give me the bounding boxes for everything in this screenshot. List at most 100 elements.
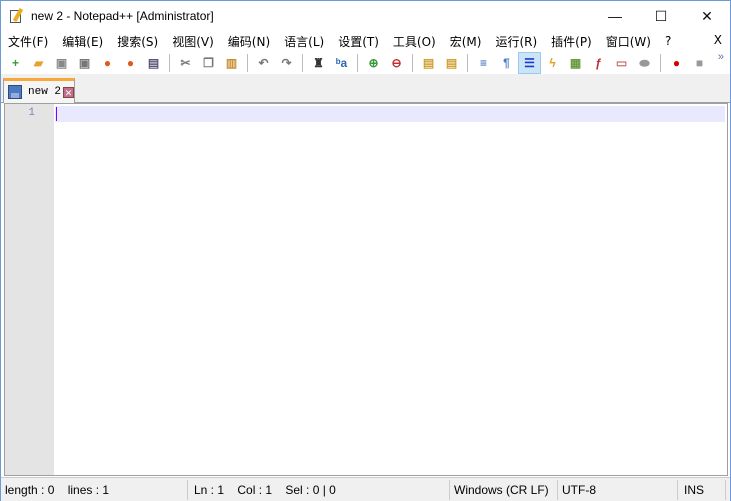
zoom-out-button[interactable]: ⊖ [385,52,408,74]
replace-button[interactable]: ᵇa [330,52,353,74]
sync-vertical-button[interactable]: ▤ [417,52,440,74]
monitoring-icon: ⬬ [639,55,650,70]
show-all-chars-button[interactable]: ¶ [495,52,518,74]
save-all-button[interactable]: ▣ [73,52,96,74]
toolbar-separator [247,53,248,72]
paste-icon: ▥ [225,55,238,70]
status-insert-mode: INS [678,479,726,500]
menu-item-2[interactable]: 搜索(S) [110,33,165,50]
line-number: 1 [28,107,35,119]
toolbar-separator [357,53,358,72]
undo-button[interactable]: ↶ [252,52,275,74]
function-list-button[interactable]: ƒ [587,52,610,74]
toolbar-separator [169,53,170,72]
stop-recording-icon: ■ [695,55,704,70]
window-title: new 2 - Notepad++ [Administrator] [31,9,214,23]
monitoring-button[interactable]: ⬬ [633,52,656,74]
sync-vertical-icon: ▤ [422,55,435,70]
save-button[interactable]: ▣ [50,52,73,74]
save-status-icon [8,85,22,99]
tab-label: new 2 [28,86,62,98]
find-icon: ♜ [313,55,324,70]
zoom-out-icon: ⊖ [391,55,402,70]
menu-item-10[interactable]: 插件(P) [544,33,599,50]
sync-horizontal-icon: ▤ [445,55,458,70]
indent-guide-button[interactable]: ☰ [518,51,541,74]
menu-item-6[interactable]: 设置(T) [331,33,386,50]
stop-recording-button[interactable]: ■ [688,52,711,74]
menu-item-11[interactable]: 窗口(W) [599,33,658,50]
minimize-button[interactable]: — [592,1,638,31]
tab-new-2[interactable]: new 2 ✕ [3,78,75,103]
status-position: Ln : 1 Col : 1 Sel : 0 | 0 [188,479,450,500]
current-line-highlight [55,106,725,122]
menu-item-5[interactable]: 语言(L) [277,33,331,50]
cut-button[interactable]: ✂ [174,52,197,74]
toolbar-separator [467,53,468,72]
zoom-in-button[interactable]: ⊕ [362,52,385,74]
status-length: length : 0 lines : 1 [1,479,188,500]
find-button[interactable]: ♜ [307,52,330,74]
notepad-app-icon [9,7,25,24]
document-map-button[interactable]: ▦ [564,52,587,74]
show-all-chars-icon: ¶ [503,55,510,70]
toolbar-separator [412,53,413,72]
folder-workspace-button[interactable]: ▭ [610,52,633,74]
menu-item-3[interactable]: 视图(V) [165,33,221,50]
menu-item-1[interactable]: 编辑(E) [55,33,110,50]
sync-horizontal-button[interactable]: ▤ [440,52,463,74]
status-bar: length : 0 lines : 1 Ln : 1 Col : 1 Sel … [1,477,730,501]
menu-item-12[interactable]: ? [658,34,678,48]
line-number-gutter: 1 [5,104,54,475]
text-caret [56,107,57,121]
close-all-button[interactable]: ● [119,52,142,74]
document-map-icon: ▦ [569,55,582,70]
paste-button[interactable]: ▥ [220,52,243,74]
print-icon: ▤ [147,55,160,70]
zoom-in-icon: ⊕ [368,55,379,70]
save-icon: ▣ [55,55,68,70]
function-list-icon: ƒ [595,55,602,70]
menu-item-8[interactable]: 宏(M) [443,33,489,50]
print-button[interactable]: ▤ [142,52,165,74]
redo-icon: ↷ [281,55,292,70]
close-button[interactable]: ✕ [684,1,730,31]
indent-guide-icon: ☰ [524,55,535,70]
new-file-icon: + [11,55,19,70]
close-document-button[interactable]: X [714,33,722,47]
save-all-icon: ▣ [78,55,91,70]
menu-item-4[interactable]: 编码(N) [221,33,277,50]
word-wrap-button[interactable]: ≡ [472,52,495,74]
status-eol: Windows (CR LF) [450,479,558,500]
user-defined-language-icon: ϟ [549,55,556,70]
title-bar: new 2 - Notepad++ [Administrator] — ☐ ✕ [1,1,730,31]
undo-icon: ↶ [258,55,269,70]
menu-item-7[interactable]: 工具(O) [386,33,443,50]
open-file-icon: ▰ [33,55,44,70]
redo-button[interactable]: ↷ [275,52,298,74]
editor-area[interactable]: 1 [4,103,728,476]
menu-item-0[interactable]: 文件(F) [1,33,55,50]
toolbar-overflow-chevron-icon[interactable]: » [718,51,724,63]
maximize-button[interactable]: ☐ [638,1,684,31]
tab-close-icon[interactable]: ✕ [63,86,74,98]
close-icon: ● [103,55,112,70]
record-macro-button[interactable]: ● [665,52,688,74]
toolbar-separator [660,53,661,72]
menu-bar: 文件(F) 编辑(E) 搜索(S) 视图(V) 编码(N) 语言(L) 设置(T) 工具(O)… [1,31,730,51]
toolbar: + ▰ ▣ ▣ ● ● ▤ ✂ ❐ ▥ ↶ ↷ ♜ ᵇa ⊕ ⊖ ▤ ▤ ≡ ¶ ☰ ϟ ▦ ƒ ▭ ⬬ ● ■ » [1,51,730,75]
open-file-button[interactable]: ▰ [27,52,50,74]
toolbar-separator [302,53,303,72]
menu-item-9[interactable]: 运行(R) [488,33,544,50]
copy-button[interactable]: ❐ [197,52,220,74]
tab-bar: new 2 ✕ [1,75,730,103]
copy-icon: ❐ [203,55,214,70]
close-button[interactable]: ● [96,52,119,74]
word-wrap-icon: ≡ [479,55,487,70]
record-macro-icon: ● [672,55,681,70]
folder-workspace-icon: ▭ [615,55,628,70]
user-defined-language-button[interactable]: ϟ [541,52,564,74]
close-all-icon: ● [126,55,135,70]
status-encoding: UTF-8 [558,479,678,500]
new-file-button[interactable]: + [4,52,27,74]
